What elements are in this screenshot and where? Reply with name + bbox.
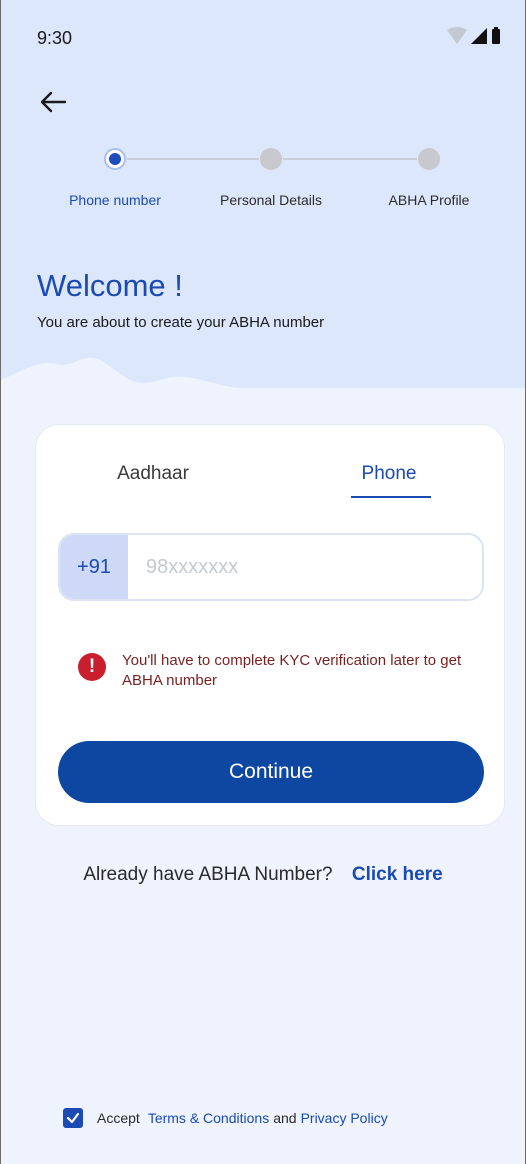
- arrow-left-icon: [40, 91, 67, 113]
- step-label-abha-profile: ABHA Profile: [388, 192, 470, 208]
- privacy-policy-link[interactable]: Privacy Policy: [301, 1110, 388, 1126]
- back-button[interactable]: [35, 86, 71, 118]
- status-time: 9:30: [37, 28, 73, 48]
- terms-and-text: and: [273, 1110, 297, 1126]
- continue-button[interactable]: Continue: [58, 741, 484, 803]
- phone-input[interactable]: [128, 535, 482, 599]
- wave-decoration: [1, 357, 525, 420]
- kyc-warning-text: You'll have to complete KYC verification…: [122, 652, 462, 689]
- terms-conditions-link[interactable]: Terms & Conditions: [148, 1110, 269, 1126]
- terms-row: Accept Terms & Conditions and Privacy Po…: [63, 1106, 388, 1130]
- kyc-warning: ! You'll have to complete KYC verificati…: [78, 651, 478, 701]
- welcome-subtitle: You are about to create your ABHA number: [37, 314, 325, 331]
- wifi-icon: [447, 27, 467, 44]
- country-code: +91: [60, 535, 128, 599]
- step-dot-phone-number: [104, 148, 126, 170]
- terms-checkbox[interactable]: [63, 1108, 83, 1128]
- step-dot-personal-details: [260, 148, 282, 170]
- status-bar: 9:30: [1, 0, 525, 72]
- battery-icon: [492, 29, 500, 44]
- welcome-title: Welcome !: [37, 268, 183, 303]
- tab-phone[interactable]: Phone: [362, 463, 417, 485]
- active-tab-indicator: [351, 496, 431, 498]
- phone-field: +91: [58, 533, 484, 601]
- step-label-phone-number: Phone number: [69, 192, 161, 208]
- already-have-text: Already have ABHA Number?: [83, 864, 333, 885]
- terms-accept-text: Accept: [97, 1110, 140, 1126]
- alert-icon: !: [78, 653, 106, 681]
- step-dot-abha-profile: [418, 148, 440, 170]
- stepper-line-1: [127, 158, 259, 160]
- click-here-link[interactable]: Click here: [352, 864, 443, 885]
- stepper-line-2: [283, 158, 417, 160]
- status-icons: [447, 27, 500, 44]
- screen: 9:30 Phone number Personal Details ABHA …: [0, 0, 526, 1164]
- signup-card: Aadhaar Phone +91 ! You'll have to compl…: [35, 424, 505, 826]
- checkmark-icon: [66, 1112, 80, 1124]
- already-have-row: Already have ABHA Number? Click here: [1, 864, 525, 886]
- step-label-personal-details: Personal Details: [220, 192, 322, 208]
- tab-aadhaar[interactable]: Aadhaar: [117, 463, 189, 485]
- signal-icon: [471, 28, 487, 44]
